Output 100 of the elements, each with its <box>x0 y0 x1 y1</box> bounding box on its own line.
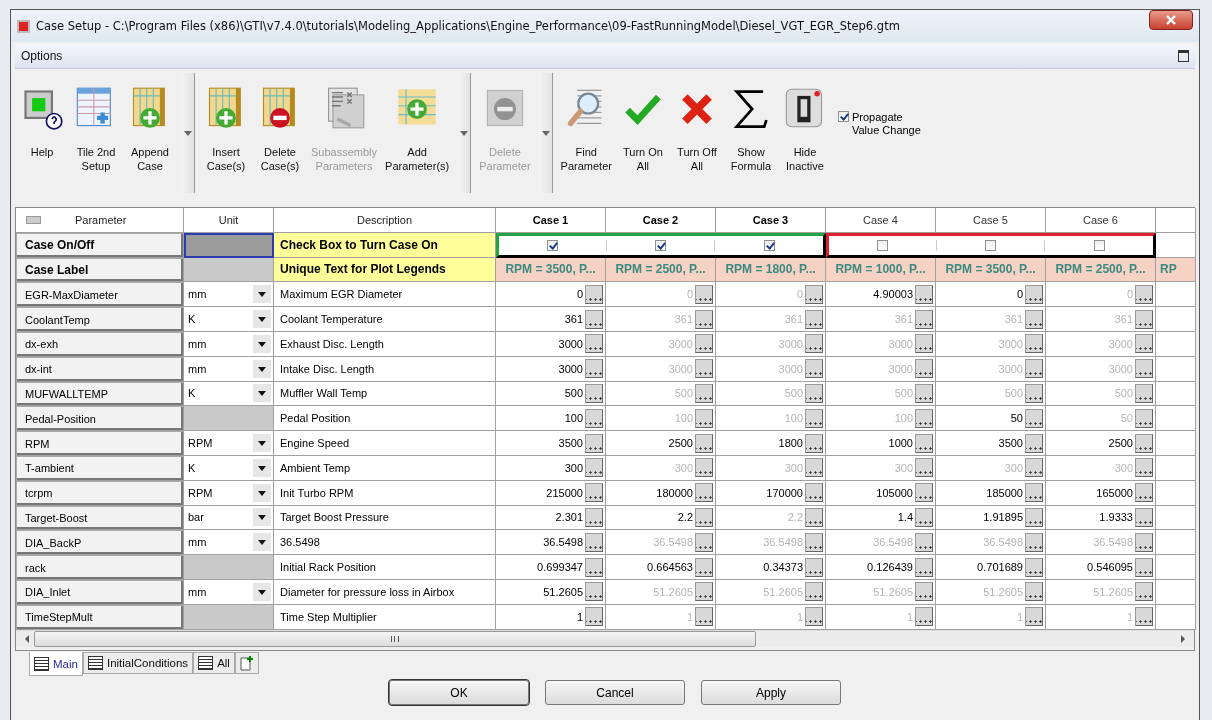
toolbar-button[interactable]: Turn Off All <box>669 73 724 193</box>
more-button[interactable] <box>585 284 603 304</box>
more-button[interactable] <box>805 309 823 329</box>
more-button[interactable] <box>805 557 823 577</box>
dropdown-arrow-button[interactable] <box>181 73 195 193</box>
toolbar-button[interactable]: Find Parameter <box>556 73 616 193</box>
more-button[interactable] <box>1135 284 1153 304</box>
more-button[interactable] <box>695 433 713 453</box>
row-header[interactable]: T-ambient <box>16 455 184 481</box>
value-cell[interactable]: 4.90003 <box>873 288 913 301</box>
more-button[interactable] <box>915 582 933 602</box>
more-button[interactable] <box>1135 408 1153 428</box>
more-button[interactable] <box>1135 334 1153 354</box>
more-button[interactable] <box>1025 483 1043 503</box>
more-button[interactable] <box>695 557 713 577</box>
more-button[interactable] <box>915 532 933 552</box>
more-button[interactable] <box>805 383 823 403</box>
value-cell[interactable]: 0.34373 <box>763 561 803 574</box>
row-header[interactable]: Case Label <box>16 257 184 283</box>
value-cell[interactable]: 1.9333 <box>1099 511 1133 524</box>
unit-dropdown[interactable]: RPM <box>186 482 271 503</box>
more-button[interactable] <box>1025 408 1043 428</box>
more-button[interactable] <box>585 607 603 627</box>
value-cell[interactable]: 2.2 <box>677 511 693 524</box>
row-header[interactable]: Pedal-Position <box>16 406 184 432</box>
dialog-button[interactable]: OK <box>389 680 529 705</box>
value-cell[interactable]: 100 <box>564 412 583 425</box>
value-cell[interactable]: 170000 <box>766 486 803 499</box>
toolbar-button[interactable]: Show Formula <box>723 73 778 193</box>
more-button[interactable] <box>695 309 713 329</box>
value-cell[interactable]: 0 <box>1016 288 1023 301</box>
column-header[interactable]: Description <box>274 208 496 233</box>
more-button[interactable] <box>585 483 603 503</box>
more-button[interactable] <box>805 532 823 552</box>
more-button[interactable] <box>585 383 603 403</box>
more-button[interactable] <box>1025 284 1043 304</box>
unit-dropdown[interactable]: bar <box>186 507 271 528</box>
more-button[interactable] <box>915 483 933 503</box>
more-button[interactable] <box>585 408 603 428</box>
case-checkbox[interactable] <box>547 239 558 251</box>
toolbar-button[interactable]: Turn On All <box>615 73 670 193</box>
more-button[interactable] <box>1135 582 1153 602</box>
value-cell[interactable]: 165000 <box>1096 486 1133 499</box>
more-button[interactable] <box>695 507 713 527</box>
value-cell[interactable]: 1.91895 <box>983 511 1023 524</box>
more-button[interactable] <box>915 359 933 379</box>
toolbar-button[interactable]: Delete Case(s) <box>253 73 307 193</box>
more-button[interactable] <box>1025 309 1043 329</box>
value-cell[interactable]: 2500 <box>668 437 693 450</box>
value-cell[interactable]: 36.5498 <box>543 536 583 549</box>
unit-dropdown[interactable]: K <box>186 457 271 478</box>
more-button[interactable] <box>695 582 713 602</box>
unit-dropdown[interactable]: mm <box>186 532 271 553</box>
more-button[interactable] <box>915 557 933 577</box>
case-checkbox[interactable] <box>763 239 775 251</box>
more-button[interactable] <box>585 507 603 527</box>
more-button[interactable] <box>1135 458 1153 478</box>
close-button[interactable] <box>1149 10 1193 30</box>
more-button[interactable] <box>585 557 603 577</box>
more-button[interactable] <box>695 458 713 478</box>
value-cell[interactable]: 1.4 <box>897 511 913 524</box>
more-button[interactable] <box>1025 458 1043 478</box>
menu-item[interactable]: Options <box>21 49 63 63</box>
value-cell[interactable]: 51.2605 <box>543 585 583 598</box>
toolbar-button[interactable]: Append Case <box>123 73 177 193</box>
more-button[interactable] <box>695 408 713 428</box>
dialog-button[interactable]: Cancel <box>545 680 685 705</box>
column-header[interactable]: Case 2 <box>606 208 716 233</box>
value-cell[interactable]: 3500 <box>998 437 1023 450</box>
row-header[interactable]: TimeStepMult <box>16 604 184 630</box>
value-cell[interactable]: 0 <box>576 288 583 301</box>
more-button[interactable] <box>915 383 933 403</box>
toolbar-button[interactable]: Help <box>15 73 69 193</box>
more-button[interactable] <box>1135 483 1153 503</box>
more-button[interactable] <box>805 334 823 354</box>
unit-dropdown[interactable]: K <box>186 383 271 404</box>
row-header[interactable]: Case On/Off <box>16 232 184 258</box>
value-cell[interactable]: 3500 <box>558 437 583 450</box>
value-cell[interactable]: 50 <box>1010 412 1023 425</box>
value-cell[interactable]: 2.301 <box>555 511 583 524</box>
case-checkbox[interactable] <box>985 239 996 251</box>
more-button[interactable] <box>585 334 603 354</box>
scroll-thumb[interactable] <box>34 630 756 647</box>
row-header[interactable]: DIA_BackP <box>16 530 184 556</box>
sheet-tab[interactable]: Main <box>29 652 83 676</box>
more-button[interactable] <box>1135 359 1153 379</box>
new-tab-button[interactable] <box>234 652 259 674</box>
row-header[interactable]: dx-int <box>16 356 184 382</box>
more-button[interactable] <box>805 582 823 602</box>
sheet-tab[interactable]: InitialConditions <box>82 652 194 674</box>
dropdown-arrow-button[interactable] <box>538 73 553 193</box>
value-cell[interactable]: 300 <box>564 461 583 474</box>
value-cell[interactable]: 180000 <box>656 486 693 499</box>
case-checkbox[interactable] <box>655 239 666 251</box>
more-button[interactable] <box>915 284 933 304</box>
row-header[interactable]: rack <box>16 555 184 580</box>
row-header[interactable]: tcrpm <box>16 480 184 506</box>
more-button[interactable] <box>695 607 713 627</box>
select-all-icon[interactable] <box>26 215 41 224</box>
unit-dropdown[interactable]: RPM <box>186 433 271 454</box>
